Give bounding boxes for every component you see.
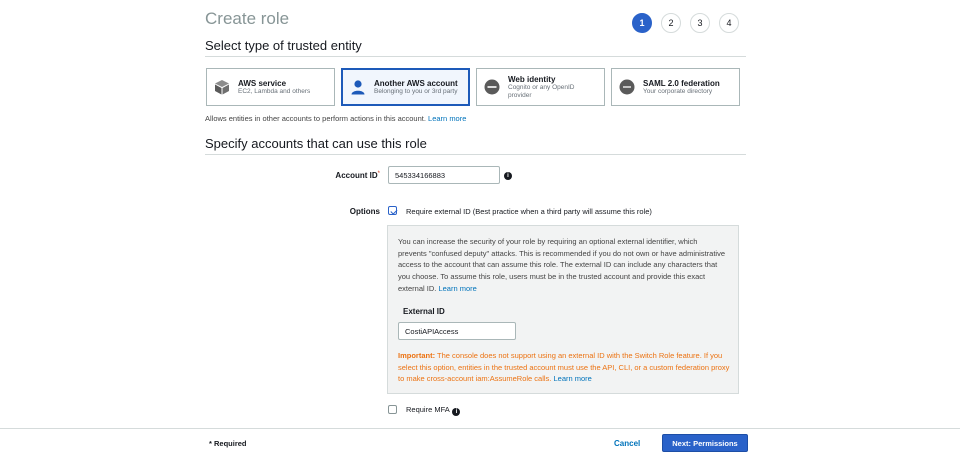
tile-desc: EC2, Lambda and others xyxy=(238,87,311,95)
tile-desc: Belonging to you or 3rd party xyxy=(374,87,458,95)
divider xyxy=(205,56,746,57)
openid-icon xyxy=(483,78,501,96)
external-id-input[interactable] xyxy=(398,322,516,340)
hint-text: Allows entities in other accounts to per… xyxy=(205,114,426,123)
next-permissions-button[interactable]: Next: Permissions xyxy=(662,434,748,452)
options-label: Options xyxy=(349,207,380,216)
info-icon[interactable]: i xyxy=(504,172,512,180)
tile-desc: Your corporate directory xyxy=(643,87,713,95)
tile-label: SAML 2.0 federation xyxy=(643,78,720,88)
page-title: Create role xyxy=(205,9,290,28)
trusted-entity-tiles: AWS service EC2, Lambda and others Anoth… xyxy=(206,68,740,106)
learn-more-link[interactable]: Learn more xyxy=(438,284,476,293)
step-3[interactable]: 3 xyxy=(690,13,710,33)
tile-label: Another AWS account xyxy=(374,78,458,88)
require-external-id-checkbox[interactable] xyxy=(388,206,397,215)
account-id-input[interactable] xyxy=(388,166,500,184)
tile-desc: Cognito or any OpenID provider xyxy=(508,84,575,99)
cancel-button[interactable]: Cancel xyxy=(614,439,640,448)
footer: * Required Cancel Next: Permissions xyxy=(0,428,960,458)
trusted-entity-hint: Allows entities in other accounts to per… xyxy=(205,114,466,123)
tile-web-identity[interactable]: Web identity Cognito or any OpenID provi… xyxy=(476,68,605,106)
cube-icon xyxy=(213,78,231,96)
step-4[interactable]: 4 xyxy=(719,13,739,33)
required-note: * Required xyxy=(209,439,247,448)
required-asterisk: * xyxy=(377,171,380,177)
learn-more-link[interactable]: Learn more xyxy=(553,374,591,383)
external-id-panel: You can increase the security of your ro… xyxy=(387,225,739,394)
divider xyxy=(205,154,746,155)
trusted-entity-heading: Select type of trusted entity xyxy=(205,38,362,53)
tile-saml-federation[interactable]: SAML 2.0 federation Your corporate direc… xyxy=(611,68,740,106)
external-id-label: External ID xyxy=(403,307,445,316)
account-id-label: Account ID* xyxy=(335,171,380,180)
tile-another-aws-account[interactable]: Another AWS account Belonging to you or … xyxy=(341,68,470,106)
step-1[interactable]: 1 xyxy=(632,13,652,33)
info-icon[interactable]: i xyxy=(452,408,461,416)
require-mfa-label: Require MFA i xyxy=(406,405,461,416)
wizard-steps: 1 2 3 4 xyxy=(632,13,739,33)
external-id-description: You can increase the security of your ro… xyxy=(398,237,726,293)
require-external-id-label: Require external ID (Best practice when … xyxy=(406,207,652,216)
saml-icon xyxy=(618,78,636,96)
require-mfa-checkbox[interactable] xyxy=(388,405,397,414)
step-2[interactable]: 2 xyxy=(661,13,681,33)
user-icon xyxy=(349,78,367,96)
learn-more-link[interactable]: Learn more xyxy=(428,114,466,123)
tile-label: Web identity xyxy=(508,74,556,84)
tile-aws-service[interactable]: AWS service EC2, Lambda and others xyxy=(206,68,335,106)
accounts-heading: Specify accounts that can use this role xyxy=(205,136,427,151)
tile-label: AWS service xyxy=(238,78,287,88)
external-id-warning: Important: The console does not support … xyxy=(398,351,730,384)
